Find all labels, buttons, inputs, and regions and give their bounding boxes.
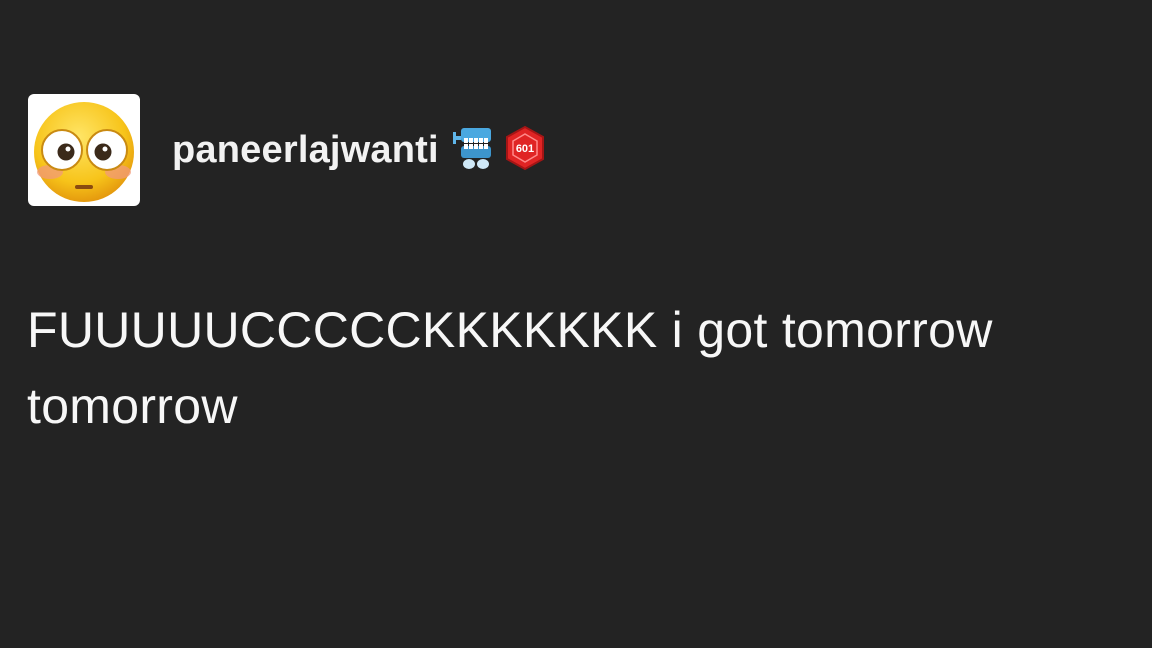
flushed-face-icon <box>34 102 134 202</box>
dice-badge-label: 601 <box>516 143 534 155</box>
username[interactable]: paneerlajwanti <box>172 129 439 172</box>
post-body-text: FUUUUUCCCCCKKKKKKK i got tomorrow tomorr… <box>27 302 993 434</box>
avatar[interactable] <box>28 94 140 206</box>
d20-dice-badge-icon[interactable]: 601 <box>503 125 547 176</box>
post-header: paneerlajwanti 601 <box>28 94 547 206</box>
chattering-teeth-icon[interactable] <box>452 124 493 177</box>
post-card: paneerlajwanti 601 FUUUUUCCCCCKKKKKKK i … <box>0 0 1152 648</box>
